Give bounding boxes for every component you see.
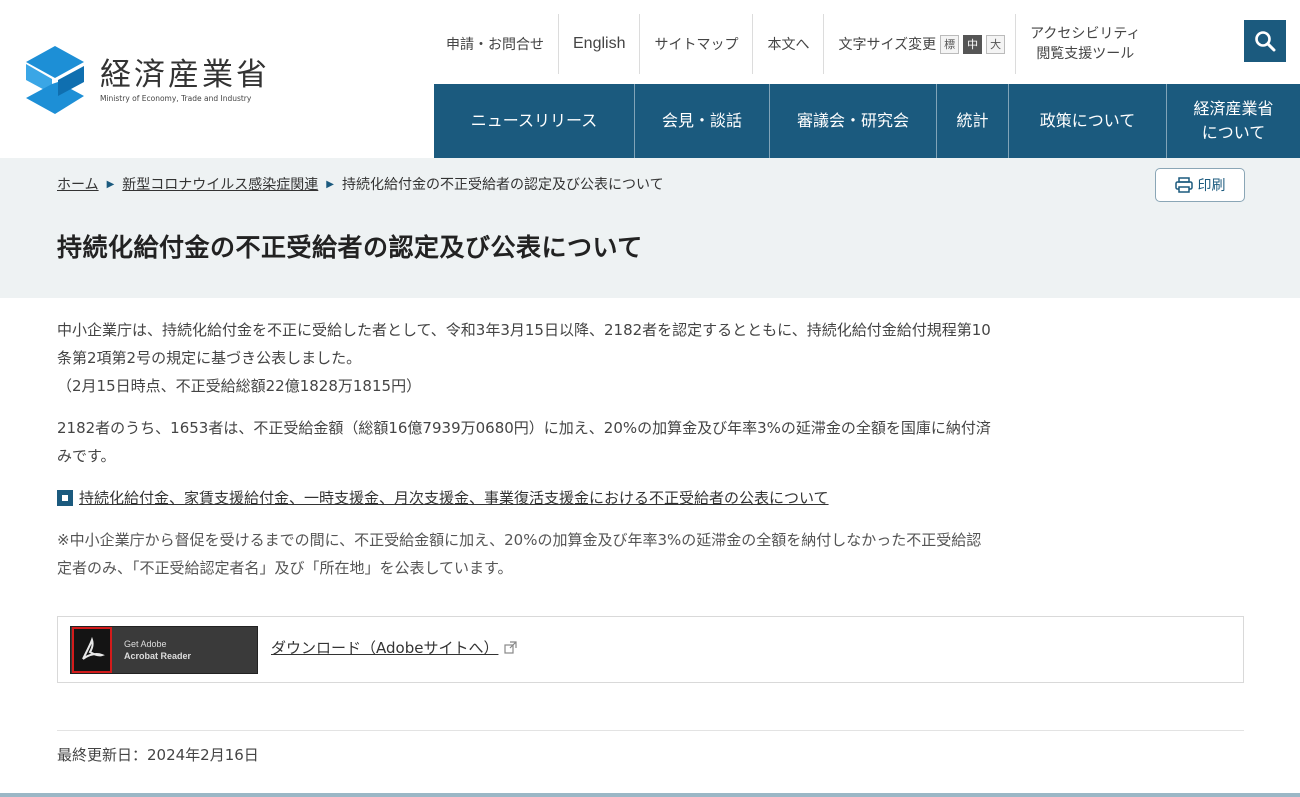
link-marker-icon xyxy=(57,490,73,506)
adobe-pdf-icon xyxy=(72,627,112,673)
note-line1: ※中小企業庁から督促を受けるまでの間に、不正受給金額に加え、20%の加算金及び年… xyxy=(57,531,982,549)
breadcrumb-arrow-icon: ▶ xyxy=(326,178,334,190)
meti-logo-mark-icon xyxy=(26,46,84,114)
gnav-statistics[interactable]: 統計 xyxy=(936,84,1008,158)
last-updated: 最終更新日：2024年2月16日 xyxy=(57,746,259,764)
breadcrumb-arrow-icon: ▶ xyxy=(106,178,115,190)
para2-line2: みです。 xyxy=(57,447,116,465)
font-size-medium-button[interactable]: 中 xyxy=(963,34,983,54)
logo-name-en: Ministry of Economy, Trade and Industry xyxy=(100,93,252,103)
footer-rule xyxy=(0,793,1300,797)
utility-nav: 申請・お問合せ English サイトマップ 本文へ 文字サイズ変更 標 中 大… xyxy=(436,14,1155,74)
publication-link-row: 持続化給付金、家賃支援給付金、一時支援金、月次支援金、事業復活支援金における不正… xyxy=(57,484,1247,512)
meti-logo[interactable]: 経済産業省 Ministry of Economy, Trade and Ind… xyxy=(22,40,312,120)
font-size-switcher: 文字サイズ変更 標 中 大 xyxy=(823,14,1015,74)
gnav-about-meti[interactable]: 経済産業省 について xyxy=(1166,84,1300,158)
para1-line1: 中小企業庁は、持続化給付金を不正に受給した者として、令和3年3月15日以降、21… xyxy=(57,321,991,339)
print-label: 印刷 xyxy=(1197,178,1226,194)
print-button[interactable]: 印刷 xyxy=(1155,168,1245,202)
adobe-badge-line1: Get Adobe xyxy=(124,639,167,649)
adobe-download-label: ダウンロード（Adobeサイトへ） xyxy=(271,639,499,657)
gnav-news-release[interactable]: ニュースリリース xyxy=(434,84,634,158)
gnav-policy[interactable]: 政策について xyxy=(1008,84,1166,158)
site-header: 経済産業省 Ministry of Economy, Trade and Ind… xyxy=(0,0,1300,158)
breadcrumb-home[interactable]: ホーム xyxy=(57,174,99,194)
breadcrumb-covid[interactable]: 新型コロナウイルス感染症関連 xyxy=(122,174,318,194)
font-size-standard-button[interactable]: 標 xyxy=(940,34,960,54)
accessibility-tool-link[interactable]: アクセシビリティ 閲覧支援ツール xyxy=(1015,14,1154,74)
get-adobe-reader-badge[interactable]: Get Adobe Acrobat Reader xyxy=(70,626,258,674)
font-size-large-button[interactable]: 大 xyxy=(986,34,1006,54)
page-title: 持続化給付金の不正受給者の認定及び公表について xyxy=(57,233,643,262)
search-icon xyxy=(1255,31,1276,52)
util-link-contact[interactable]: 申請・お問合せ xyxy=(436,14,558,74)
util-link-english[interactable]: English xyxy=(558,14,639,74)
paragraph-repayment: 2182者のうち、1653者は、不正受給金額（総額16億7939万0680円）に… xyxy=(57,414,1247,470)
util-link-sitemap[interactable]: サイトマップ xyxy=(639,14,752,74)
main-content: 中小企業庁は、持続化給付金を不正に受給した者として、令和3年3月15日以降、21… xyxy=(57,316,1247,582)
breadcrumb: ホーム ▶ 新型コロナウイルス感染症関連 ▶ 持続化給付金の不正受給者の認定及び… xyxy=(57,174,664,194)
content-divider xyxy=(57,730,1244,731)
logo-name: 経済産業省 xyxy=(100,56,270,93)
note-text: ※中小企業庁から督促を受けるまでの間に、不正受給金額に加え、20%の加算金及び年… xyxy=(57,526,1247,582)
para1-line2: 条第2項第2号の規定に基づき公表しました。 xyxy=(57,349,362,367)
accessibility-line1: アクセシビリティ xyxy=(1030,26,1141,42)
external-link-icon xyxy=(504,641,518,654)
printer-icon xyxy=(1174,177,1193,193)
para2-line1: 2182者のうち、1653者は、不正受給金額（総額16億7939万0680円）に… xyxy=(57,419,991,437)
util-link-skip-to-content[interactable]: 本文へ xyxy=(752,14,823,74)
gnav-councils[interactable]: 審議会・研究会 xyxy=(769,84,936,158)
font-size-label: 文字サイズ変更 xyxy=(838,37,937,53)
adobe-download-link[interactable]: ダウンロード（Adobeサイトへ） xyxy=(271,637,518,658)
para1-line3: （2月15日時点、不正受給総額22億1828万1815円） xyxy=(57,377,422,395)
global-nav: ニュースリリース 会見・談話 審議会・研究会 統計 政策について 経済産業省 に… xyxy=(434,84,1300,158)
breadcrumb-current: 持続化給付金の不正受給者の認定及び公表について xyxy=(342,177,664,193)
publication-link[interactable]: 持続化給付金、家賃支援給付金、一時支援金、月次支援金、事業復活支援金における不正… xyxy=(79,484,829,512)
adobe-badge-line2: Acrobat Reader xyxy=(124,651,192,661)
accessibility-line2: 閲覧支援ツール xyxy=(1036,46,1135,62)
search-button[interactable] xyxy=(1244,20,1286,62)
paragraph-announcement: 中小企業庁は、持続化給付金を不正に受給した者として、令和3年3月15日以降、21… xyxy=(57,316,1247,400)
note-line2: 定者のみ、「不正受給認定者名」及び「所在地」を公表しています。 xyxy=(57,559,513,577)
gnav-press-conference[interactable]: 会見・談話 xyxy=(634,84,769,158)
adobe-download-box: Get Adobe Acrobat Reader ダウンロード（Adobeサイト… xyxy=(57,616,1244,683)
